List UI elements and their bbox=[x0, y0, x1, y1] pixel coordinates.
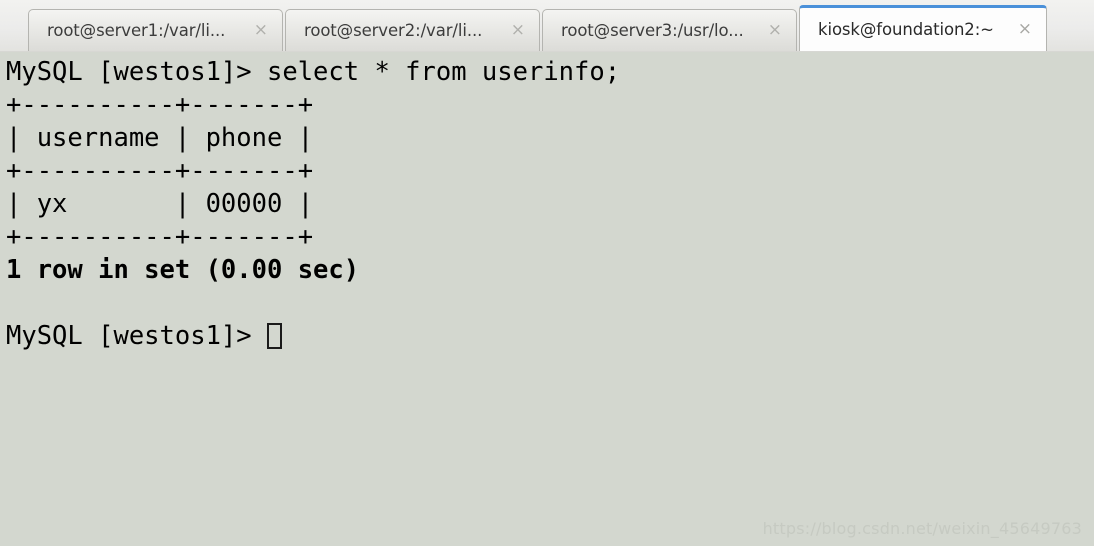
watermark: https://blog.csdn.net/weixin_45649763 bbox=[762, 519, 1082, 538]
tab-kiosk-foundation2[interactable]: kiosk@foundation2:~ × bbox=[799, 5, 1047, 51]
prompt-text: MySQL [westos1]> bbox=[6, 321, 267, 351]
close-icon[interactable]: × bbox=[1008, 21, 1036, 38]
tab-label: root@server1:/var/li... bbox=[47, 21, 226, 40]
close-icon[interactable]: × bbox=[501, 22, 529, 39]
tab-bar: root@server1:/var/li... × root@server2:/… bbox=[0, 0, 1094, 54]
terminal-line-table-header-border: +----------+-------+ bbox=[6, 156, 314, 186]
terminal-line-table-header: | username | phone | bbox=[6, 123, 314, 153]
terminal-screen[interactable]: MySQL [westos1]> select * from userinfo;… bbox=[0, 52, 1094, 546]
tab-root-server2[interactable]: root@server2:/var/li... × bbox=[285, 9, 540, 51]
tab-root-server3[interactable]: root@server3:/usr/lo... × bbox=[542, 9, 797, 51]
tab-label: root@server3:/usr/lo... bbox=[561, 21, 744, 40]
terminal-line-command: MySQL [westos1]> select * from userinfo; bbox=[6, 57, 621, 87]
tab-label: root@server2:/var/li... bbox=[304, 21, 483, 40]
terminal-line-row-count: 1 row in set (0.00 sec) bbox=[6, 255, 360, 285]
close-icon[interactable]: × bbox=[244, 22, 272, 39]
close-icon[interactable]: × bbox=[758, 22, 786, 39]
terminal-line-prompt: MySQL [westos1]> bbox=[6, 320, 1094, 353]
terminal-window: root@server1:/var/li... × root@server2:/… bbox=[0, 0, 1094, 546]
text-cursor bbox=[267, 323, 282, 349]
terminal-line-table-top-border: +----------+-------+ bbox=[6, 90, 314, 120]
tab-root-server1[interactable]: root@server1:/var/li... × bbox=[28, 9, 283, 51]
terminal-line-table-row: | yx | 00000 | bbox=[6, 189, 314, 219]
terminal-line-table-bottom-border: +----------+-------+ bbox=[6, 222, 314, 252]
tab-label: kiosk@foundation2:~ bbox=[818, 20, 994, 39]
